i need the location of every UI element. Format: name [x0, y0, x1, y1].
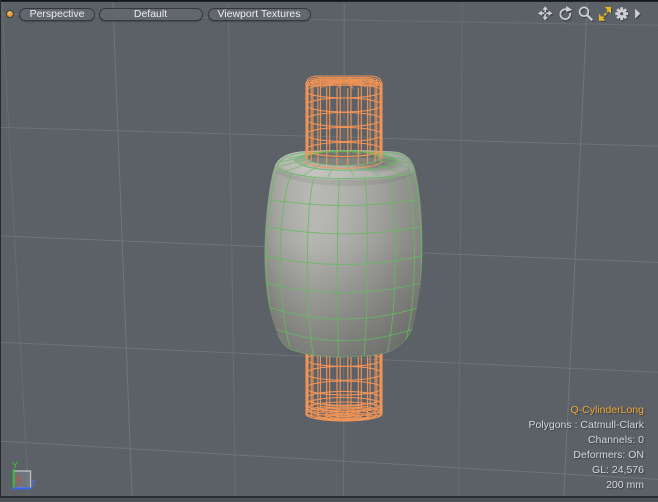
svg-text:Z: Z	[31, 479, 36, 489]
svg-text:Y: Y	[12, 460, 18, 470]
svg-text:X: X	[15, 474, 21, 484]
